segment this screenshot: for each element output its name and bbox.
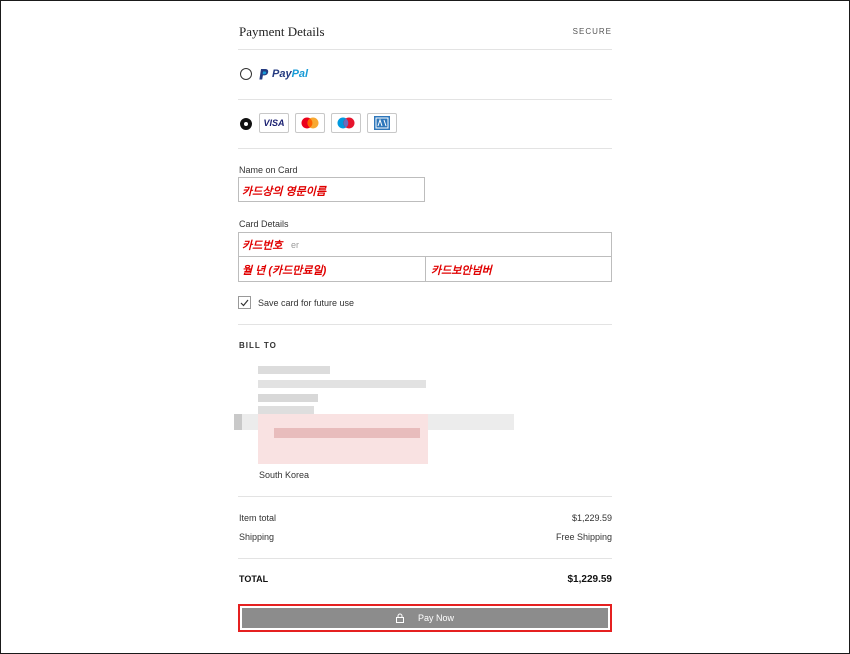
cvc-input[interactable]: 카드보안넘버 [426,257,611,281]
paypal-radio[interactable] [240,68,252,80]
mastercard-logo-icon [295,113,325,133]
bill-to-country: South Korea [259,470,310,480]
paypal-wordmark: PayPal [272,68,309,80]
lock-icon [395,613,404,623]
item-total-row: Item total $1,229.59 [238,513,612,525]
save-card-checkbox[interactable] [238,296,251,309]
page-title: Payment Details [239,24,325,39]
shipping-row: Shipping Free Shipping [238,532,612,544]
pay-now-button[interactable]: Pay Now [242,608,608,628]
bill-to-heading: BILL TO [239,341,277,350]
name-on-card-label: Name on Card [239,165,298,175]
divider [238,558,612,559]
card-details-box: er 카드번호 월 년 (카드만료일) 카드보안넘버 [238,232,612,282]
divider [238,49,612,50]
expiry-annotation: 월 년 (카드만료일) [242,265,327,277]
total-label: TOTAL [239,574,269,584]
save-card-label: Save card for future use [258,298,355,308]
card-brand-list: VISA [259,113,397,133]
card-number-annotation: 카드번호 [242,240,283,252]
divider [238,324,612,325]
name-on-card-input[interactable]: 카드상의 영문이름 [238,177,425,202]
total-row: TOTAL $1,229.59 [238,574,612,586]
visa-logo-icon: VISA [259,113,289,133]
payment-header: Payment Details SECURE [238,24,612,50]
divider [238,148,612,149]
cvc-annotation: 카드보안넘버 [431,265,492,277]
paypal-option[interactable]: PayPal [259,67,308,81]
card-details-label: Card Details [239,219,289,229]
amex-logo-icon [367,113,397,133]
shipping-label: Shipping [239,532,275,542]
expiry-input[interactable]: 월 년 (카드만료일) [239,257,426,281]
secure-label: SECURE [572,27,612,36]
card-number-placeholder: er [291,240,300,250]
maestro-logo-icon [331,113,361,133]
card-number-input[interactable]: er 카드번호 [239,233,611,257]
card-radio[interactable] [240,118,252,130]
total-value: $1,229.59 [567,574,613,585]
checkmark-icon [240,299,249,306]
pay-now-label: Pay Now [417,613,454,623]
name-annotation: 카드상의 영문이름 [242,186,327,198]
item-total-value: $1,229.59 [571,513,612,523]
divider [238,99,612,100]
payment-details-panel: Payment Details SECURE PayPal VISA Name … [234,0,612,654]
divider [238,496,612,497]
paypal-logo-icon [259,68,269,80]
item-total-label: Item total [239,513,277,523]
shipping-value: Free Shipping [555,532,612,542]
pay-now-highlight: Pay Now [238,604,612,632]
